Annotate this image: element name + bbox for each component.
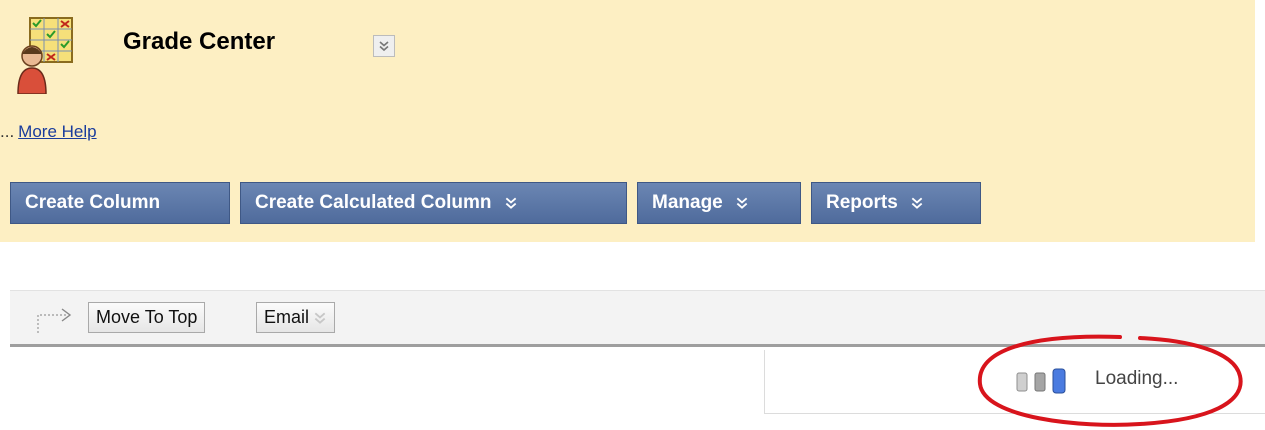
help-row: ... More Help bbox=[0, 122, 97, 142]
action-bar: Create Column Create Calculated Column M… bbox=[0, 182, 1255, 226]
double-chevron-down-icon bbox=[314, 312, 326, 324]
grade-center-icon bbox=[17, 17, 73, 94]
move-arrow-icon bbox=[37, 308, 72, 333]
move-to-top-button[interactable]: Move To Top bbox=[88, 302, 206, 333]
page-title: Grade Center bbox=[123, 28, 276, 55]
double-chevron-down-icon bbox=[736, 197, 748, 209]
create-calculated-column-label: Create Calculated Column bbox=[255, 192, 492, 213]
double-chevron-down-icon bbox=[505, 197, 516, 209]
email-label: Email bbox=[264, 307, 310, 327]
loading-text: Loading... bbox=[1095, 368, 1179, 389]
double-chevron-down-icon bbox=[911, 197, 923, 209]
create-column-label: Create Column bbox=[25, 192, 161, 213]
reports-button[interactable]: Reports bbox=[811, 182, 981, 224]
double-chevron-down-icon bbox=[379, 41, 389, 52]
create-column-button[interactable]: Create Column bbox=[10, 182, 230, 224]
loading-bars-icon bbox=[1016, 368, 1066, 394]
title-menu-button[interactable] bbox=[373, 35, 395, 57]
toolbar-divider bbox=[10, 344, 1265, 347]
grade-toolbar: Move To Top Email bbox=[10, 290, 1265, 345]
create-calculated-column-button[interactable]: Create Calculated Column bbox=[240, 182, 627, 224]
more-help-link[interactable]: More Help bbox=[18, 122, 96, 141]
move-to-top-label: Move To Top bbox=[96, 307, 198, 327]
header-panel: Grade Center ... More Help Create Column … bbox=[0, 0, 1255, 242]
help-ellipsis: ... bbox=[0, 122, 15, 141]
email-button[interactable]: Email bbox=[256, 302, 336, 333]
manage-label: Manage bbox=[652, 192, 723, 213]
reports-label: Reports bbox=[826, 192, 898, 213]
manage-button[interactable]: Manage bbox=[637, 182, 801, 224]
